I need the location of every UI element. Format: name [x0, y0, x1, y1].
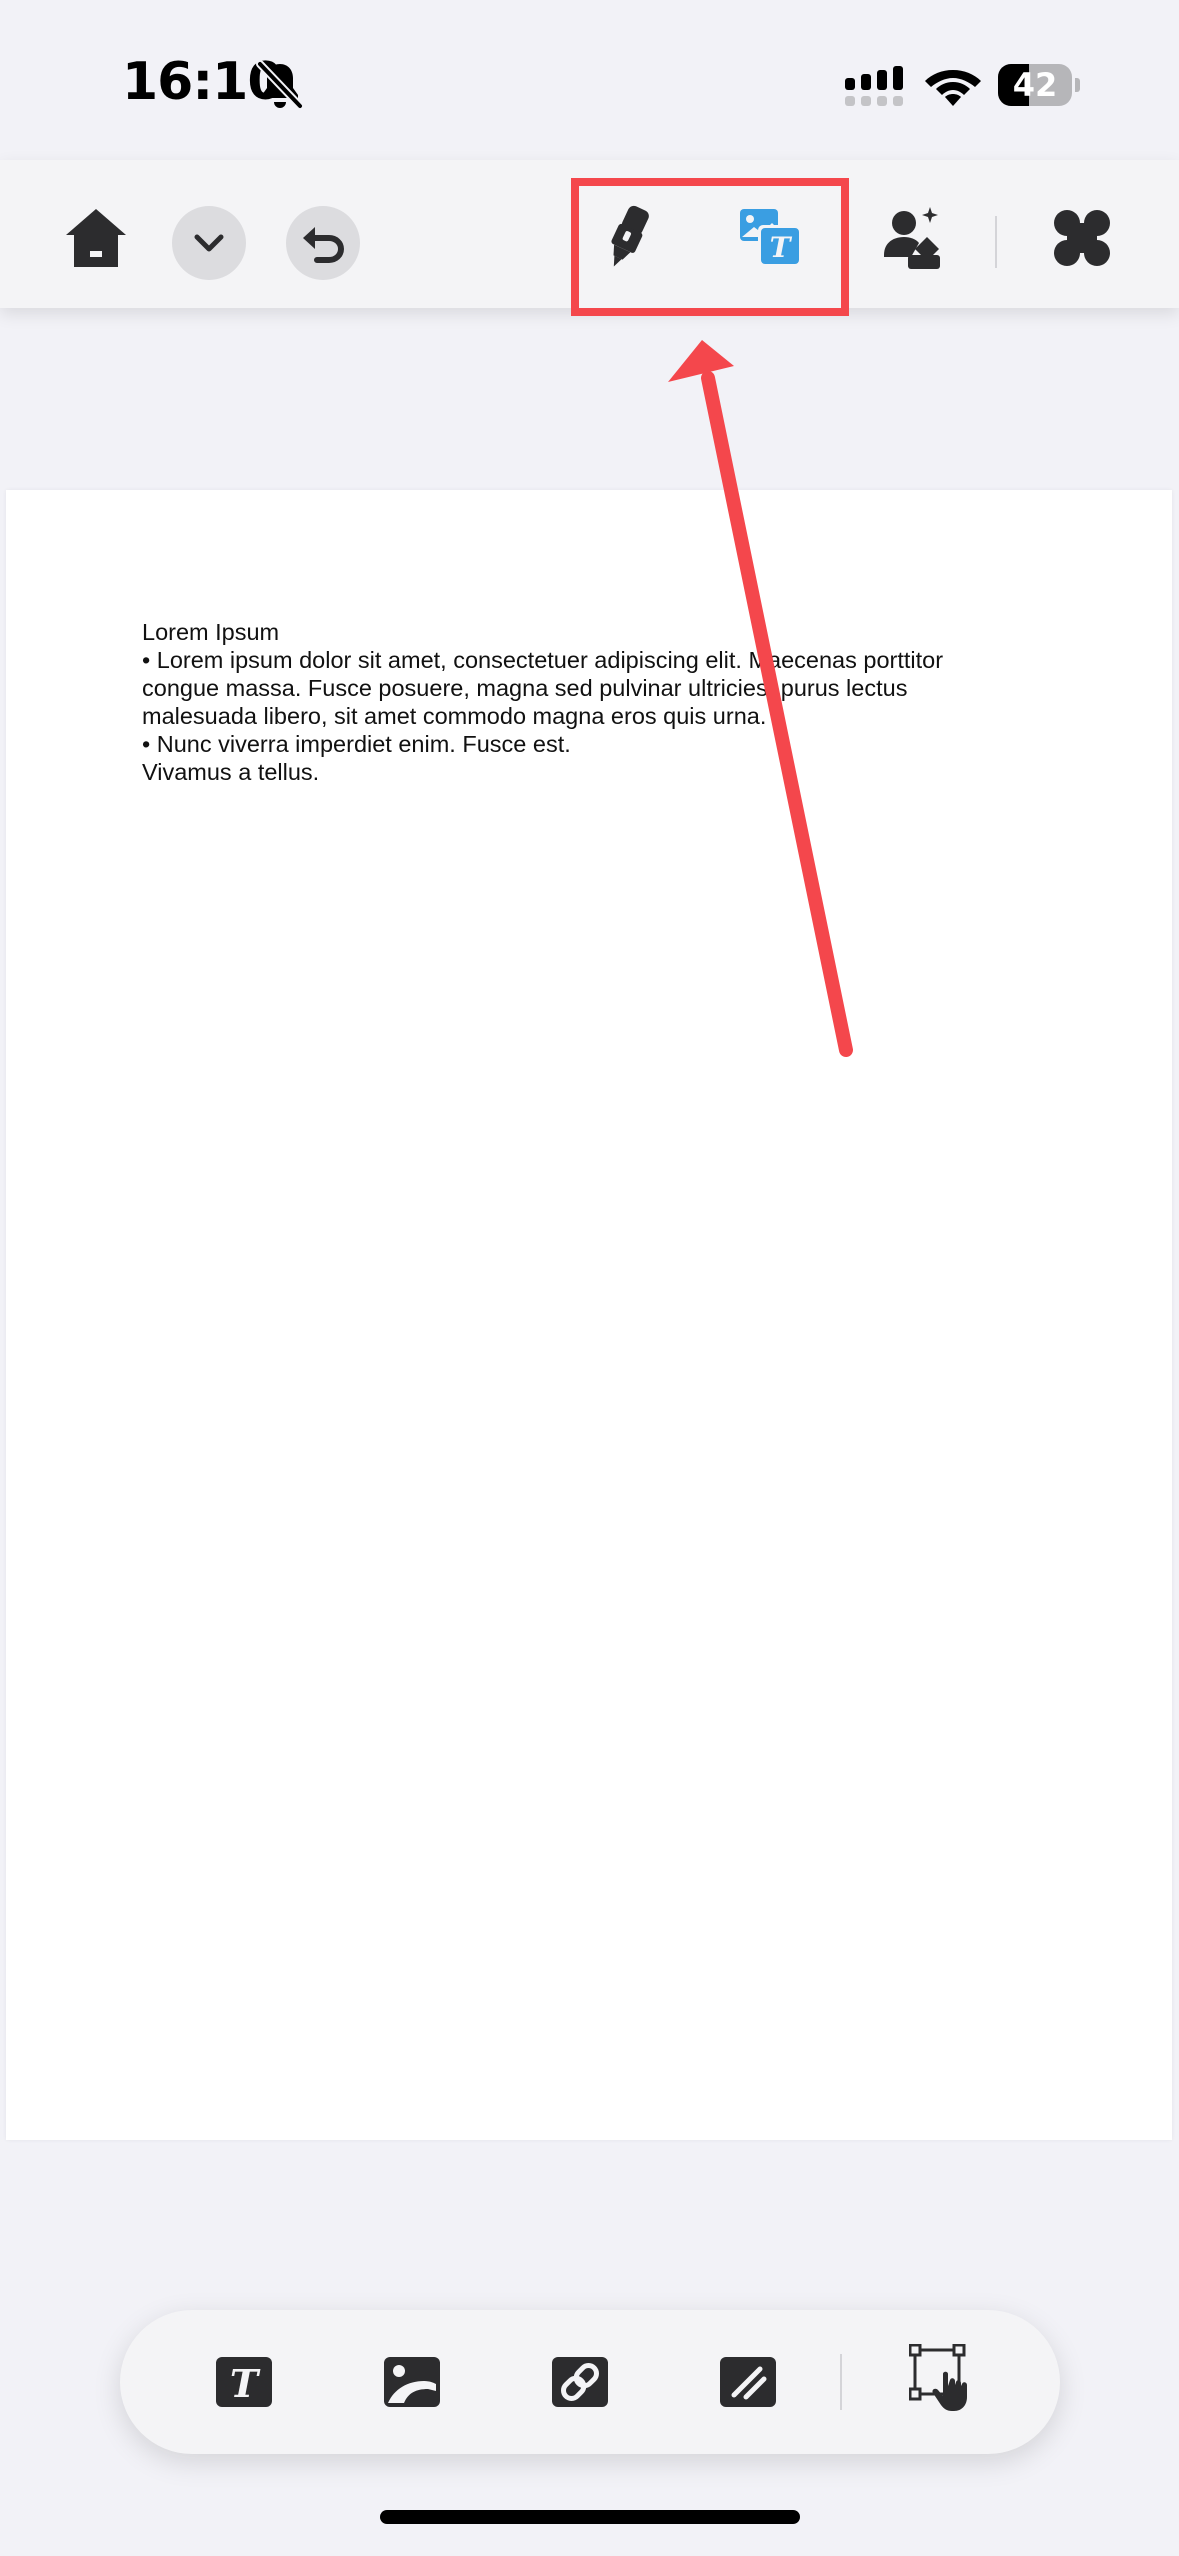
image-tool-button[interactable]	[376, 2346, 448, 2418]
arrow-head	[668, 340, 734, 382]
dock-divider	[840, 2354, 842, 2410]
grid-menu-icon	[1054, 210, 1110, 266]
shape-tool-icon	[720, 2357, 776, 2407]
toolbar-divider	[995, 216, 997, 268]
doc-title-line: Lorem Ipsum	[142, 619, 280, 645]
ai-portrait-button[interactable]	[876, 198, 948, 278]
bell-slash-icon	[256, 60, 304, 110]
person-sparkle-icon	[884, 207, 940, 269]
link-tool-button[interactable]	[544, 2346, 616, 2418]
svg-text:T: T	[770, 231, 793, 264]
highlighter-button[interactable]	[594, 196, 658, 280]
link-tool-icon	[552, 2357, 608, 2407]
doc-line: malesuada libero, sit amet commodo magna…	[142, 703, 767, 729]
document-page[interactable]: Lorem Ipsum • Lorem ipsum dolor sit amet…	[6, 490, 1172, 2140]
bottom-tool-dock: T	[120, 2310, 1060, 2454]
battery-body: 42	[998, 64, 1072, 106]
document-text[interactable]: Lorem Ipsum • Lorem ipsum dolor sit amet…	[142, 618, 1022, 786]
wifi-icon	[925, 70, 981, 106]
undo-icon	[303, 227, 345, 263]
image-text-button[interactable]: T	[730, 200, 810, 276]
highlighter-icon	[611, 205, 649, 267]
undo-button[interactable]	[286, 206, 360, 280]
top-toolbar: T	[0, 160, 1179, 308]
doc-line: congue massa. Fusce posuere, magna sed p…	[142, 675, 908, 701]
battery-cap	[1075, 78, 1080, 92]
status-bar: 16:10 42	[0, 0, 1179, 160]
image-text-icon: T	[740, 209, 802, 267]
text-tool-icon: T	[216, 2357, 272, 2407]
collapse-button[interactable]	[172, 206, 246, 280]
svg-text:T: T	[230, 2361, 261, 2406]
apps-menu-button[interactable]	[1044, 200, 1120, 276]
image-tool-icon	[384, 2357, 440, 2407]
battery-icon: 42	[998, 64, 1080, 106]
doc-line: • Lorem ipsum dolor sit amet, consectetu…	[142, 647, 944, 673]
app-screen: 16:10 42 T Lorem Ipsum • Lorem ipsum dol…	[0, 0, 1179, 2556]
battery-level: 42	[1012, 66, 1058, 104]
chevron-down-icon	[194, 234, 224, 252]
select-area-button[interactable]	[906, 2340, 986, 2420]
doc-line: • Nunc viverra imperdiet enim. Fusce est…	[142, 731, 571, 757]
shape-tool-button[interactable]	[712, 2346, 784, 2418]
text-tool-button[interactable]: T	[208, 2346, 280, 2418]
home-indicator[interactable]	[380, 2510, 800, 2524]
doc-line: Vivamus a tellus.	[142, 759, 320, 785]
home-icon	[66, 209, 126, 267]
select-area-icon	[909, 2344, 967, 2411]
signal-icon	[845, 66, 903, 106]
home-button[interactable]	[58, 200, 134, 276]
